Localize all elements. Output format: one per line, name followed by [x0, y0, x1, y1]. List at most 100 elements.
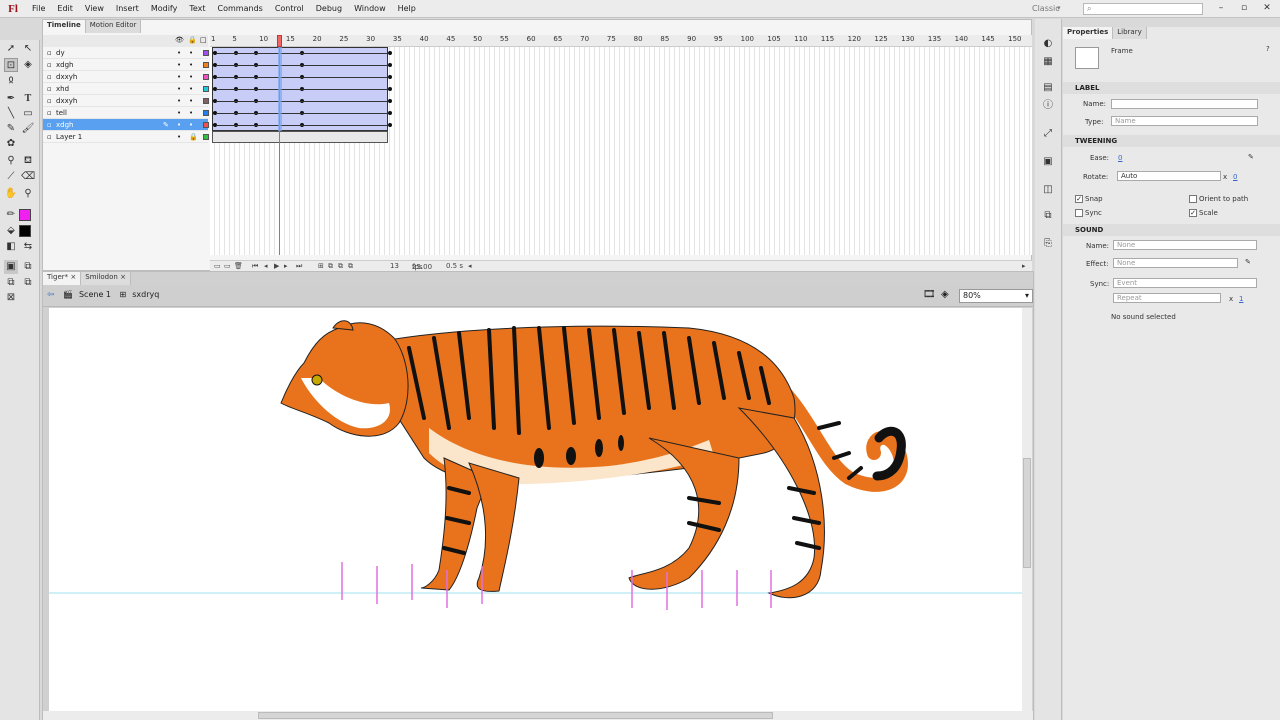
keyframe[interactable] — [388, 111, 392, 115]
lock-icon[interactable]: 🔒 — [188, 36, 197, 44]
back-arrow-icon[interactable]: ⇦ — [47, 290, 55, 300]
section-sound[interactable]: SOUND — [1063, 224, 1280, 236]
vertical-scrollbar[interactable] — [1022, 308, 1032, 712]
breadcrumb-scene[interactable]: Scene 1 — [79, 290, 111, 299]
lock-dot[interactable]: 🔒 — [189, 131, 198, 143]
keyframe[interactable] — [388, 87, 392, 91]
arrow-icon[interactable]: ➚ — [4, 42, 18, 56]
help-icon[interactable]: ? — [1266, 45, 1270, 53]
lock-dot[interactable]: • — [189, 59, 193, 71]
paint-bucket-icon[interactable]: ⛾ — [21, 154, 35, 168]
repeat-times[interactable]: 1 — [1239, 295, 1243, 303]
snap-checkbox[interactable]: ✓ — [1075, 195, 1083, 203]
straighten-icon[interactable]: ⧉ — [21, 276, 35, 290]
lasso-icon[interactable]: ჲ — [4, 73, 18, 87]
layer-color-swatch[interactable] — [203, 110, 209, 116]
visibility-dot[interactable]: • — [177, 71, 181, 83]
onion-skin-icon[interactable]: ⧉ — [328, 262, 333, 271]
step-back-icon[interactable]: ◂ — [264, 262, 268, 270]
horizontal-scrollbar[interactable] — [43, 711, 1033, 720]
swatches-icon[interactable]: ▦ — [1041, 55, 1055, 69]
lock-dot[interactable]: • — [189, 47, 193, 59]
brush-icon[interactable]: 🖌 — [21, 122, 35, 136]
bone-icon[interactable]: ⚲ — [4, 154, 18, 168]
stage-canvas[interactable] — [49, 308, 1025, 712]
outline-icon[interactable]: □ — [200, 36, 207, 44]
current-frame[interactable]: 13 — [390, 262, 399, 270]
sound-name-select[interactable]: None — [1113, 240, 1257, 250]
tab-tiger[interactable]: Tiger* × — [43, 272, 82, 285]
static-frame-span[interactable] — [212, 131, 388, 143]
hand-icon[interactable]: ✋ — [4, 187, 18, 201]
keyframe[interactable] — [388, 123, 392, 127]
layer-name[interactable]: xhd — [56, 85, 69, 93]
layer-color-swatch[interactable] — [203, 50, 209, 56]
menu-file[interactable]: File — [26, 4, 51, 13]
menu-window[interactable]: Window — [348, 4, 392, 13]
close-button[interactable]: ✕ — [1259, 2, 1275, 14]
eyedropper-icon[interactable]: ⟋ — [4, 170, 18, 184]
eraser-icon[interactable]: ⌫ — [21, 170, 35, 184]
scale-checkbox[interactable]: ✓ — [1189, 209, 1197, 217]
layer-color-swatch[interactable] — [203, 86, 209, 92]
menu-commands[interactable]: Commands — [212, 4, 269, 13]
layer-row[interactable]: ▫ Layer 1 • 🔒 — [43, 131, 209, 143]
free-transform-icon[interactable]: ⊡ — [4, 58, 18, 72]
scroll-right-icon[interactable]: ▸ — [1022, 262, 1026, 270]
layer-name[interactable]: Layer 1 — [56, 133, 82, 141]
layer-color-swatch[interactable] — [203, 98, 209, 104]
layer-row[interactable]: ▫ dxxyh • • — [43, 95, 209, 107]
keyframe[interactable] — [388, 75, 392, 79]
tab-timeline[interactable]: Timeline — [43, 20, 86, 33]
minimize-button[interactable]: – — [1213, 2, 1229, 14]
scroll-left-icon[interactable]: ◂ — [468, 262, 472, 270]
onion-outline-icon[interactable]: ⧉ — [338, 262, 343, 271]
visibility-dot[interactable]: • — [177, 107, 181, 119]
gradient-transform-icon[interactable]: ◈ — [21, 58, 35, 72]
layer-name[interactable]: dy — [56, 49, 65, 57]
edit-scene-icon[interactable]: 🎞 — [923, 289, 936, 300]
layer-name[interactable]: xdgh — [56, 121, 73, 129]
eye-icon[interactable]: 👁 — [175, 36, 184, 44]
options-icon[interactable]: ⊠ — [4, 291, 18, 305]
edit-multiple-icon[interactable]: ⧉ — [348, 262, 353, 271]
chevron-down-icon[interactable]: ▾ — [1057, 4, 1065, 12]
edit-envelope-icon[interactable]: ✎ — [1245, 258, 1251, 266]
layer-name[interactable]: dxxyh — [56, 97, 77, 105]
new-layer-icon[interactable]: ▭ — [214, 262, 221, 270]
tab-library[interactable]: Library — [1113, 27, 1147, 39]
layer-row[interactable]: ▫ xdgh ✎ • • — [43, 119, 209, 131]
visibility-dot[interactable]: • — [177, 83, 181, 95]
center-frame-icon[interactable]: ⊞ — [318, 262, 324, 270]
step-forward-icon[interactable]: ▸ — [284, 262, 288, 270]
visibility-dot[interactable]: • — [177, 59, 181, 71]
visibility-dot[interactable]: • — [177, 95, 181, 107]
zoom-icon[interactable]: ⚲ — [21, 187, 35, 201]
default-colors-icon[interactable]: ◧ — [4, 240, 18, 254]
menu-debug[interactable]: Debug — [310, 4, 348, 13]
deco-icon[interactable]: ✿ — [4, 137, 18, 151]
tab-smilodon[interactable]: Smilodon × — [81, 272, 131, 285]
sound-sync-select[interactable]: Event — [1113, 278, 1257, 288]
vertical-scroll-thumb[interactable] — [1023, 458, 1031, 568]
tab-motion-editor[interactable]: Motion Editor — [85, 20, 142, 33]
menu-text[interactable]: Text — [183, 4, 211, 13]
layer-color-swatch[interactable] — [203, 134, 209, 140]
layer-name[interactable]: dxxyh — [56, 73, 77, 81]
menu-view[interactable]: View — [79, 4, 110, 13]
orient-to-path-checkbox[interactable] — [1189, 195, 1197, 203]
effect-select[interactable]: None — [1113, 258, 1238, 268]
lock-dot[interactable]: • — [189, 107, 193, 119]
rotate-times[interactable]: 0 — [1233, 173, 1237, 181]
edit-symbol-icon[interactable]: ◈ — [941, 289, 949, 300]
transform-icon[interactable]: ⤢ — [1041, 127, 1055, 141]
tab-properties[interactable]: Properties — [1063, 27, 1114, 39]
text-icon[interactable]: T — [21, 92, 35, 106]
sync-checkbox[interactable] — [1075, 209, 1083, 217]
delete-layer-icon[interactable]: 🗑 — [234, 262, 243, 270]
layer-row[interactable]: ▫ dy • • — [43, 47, 209, 59]
layer-row[interactable]: ▫ xhd • • — [43, 83, 209, 95]
menu-edit[interactable]: Edit — [51, 4, 79, 13]
go-first-icon[interactable]: ⏮ — [252, 262, 258, 271]
code-snippets-icon[interactable]: ▣ — [1041, 155, 1055, 169]
